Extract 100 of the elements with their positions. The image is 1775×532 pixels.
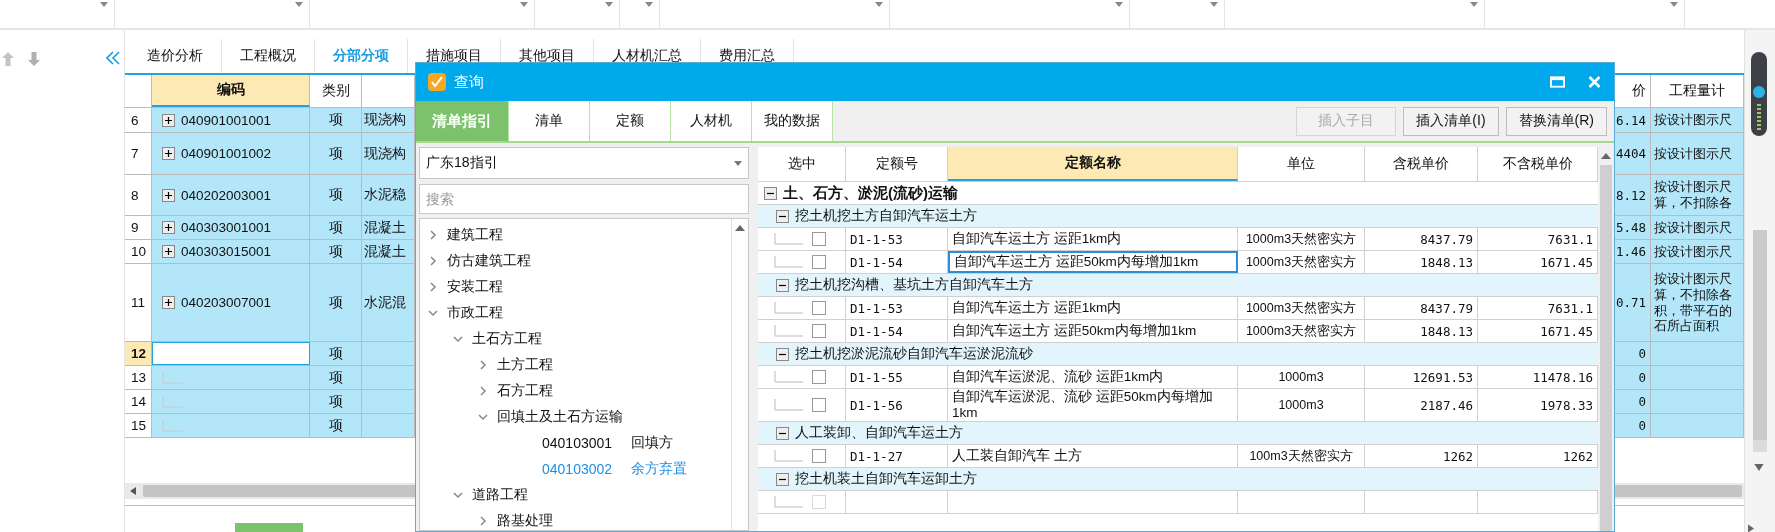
collapse-box-icon[interactable] — [776, 426, 789, 440]
column-header[interactable]: 选中 — [758, 147, 846, 181]
scroll-up-icon[interactable] — [735, 225, 745, 231]
price-without-tax: 1262 — [1562, 448, 1593, 464]
tree-item[interactable]: 回填方 — [631, 434, 674, 452]
scroll-right-icon[interactable] — [1748, 524, 1754, 532]
tab[interactable]: 人材机 — [671, 101, 752, 141]
scroll-down-icon[interactable] — [1754, 464, 1764, 471]
column-header[interactable]: 含税单价 — [1365, 147, 1478, 181]
scroll-up-icon[interactable] — [1601, 153, 1611, 159]
table-cell[interactable] — [152, 390, 310, 413]
checkbox[interactable] — [812, 370, 826, 384]
tree-item[interactable]: 土方工程 — [497, 356, 553, 374]
chevron-down-icon[interactable] — [478, 412, 488, 422]
tree-item[interactable]: 石方工程 — [497, 382, 553, 400]
caret-icon[interactable] — [100, 2, 108, 7]
caret-icon[interactable] — [1470, 2, 1478, 7]
arrow-down-icon[interactable] — [28, 52, 40, 66]
collapse-box-icon[interactable] — [776, 209, 789, 223]
chevron-down-icon[interactable] — [453, 334, 463, 344]
collapse-box-icon[interactable] — [764, 186, 777, 200]
tab[interactable]: 清单 — [509, 101, 590, 141]
vertical-scrollbar[interactable] — [731, 219, 748, 530]
expand-box-icon[interactable] — [162, 188, 175, 202]
expand-box-icon[interactable] — [162, 221, 175, 234]
chevron-right-icon[interactable] — [428, 282, 438, 292]
table-cell: 项 — [310, 264, 362, 341]
caret-icon[interactable] — [734, 160, 742, 166]
collapse-box-icon[interactable] — [776, 472, 789, 486]
table-cell[interactable]: 040901001002 — [152, 133, 310, 174]
tree-item[interactable]: 土石方工程 — [472, 330, 542, 348]
search-field[interactable]: 搜索 — [419, 184, 749, 214]
column-header[interactable]: 定额名称 — [948, 147, 1238, 181]
table-cell[interactable]: 040303001001 — [152, 216, 310, 239]
checkbox[interactable] — [812, 301, 826, 315]
table-cell[interactable] — [152, 414, 310, 437]
maximize-icon[interactable] — [1550, 75, 1565, 89]
checkbox[interactable] — [812, 324, 826, 338]
tree-item[interactable]: 道路工程 — [472, 486, 528, 504]
tree-item[interactable]: 市政工程 — [447, 304, 503, 322]
vertical-scrollbar[interactable] — [1598, 147, 1614, 531]
scroll-left-icon[interactable] — [130, 487, 136, 495]
table-cell: 8.12 — [1614, 175, 1651, 215]
item-code: 040202003001 — [181, 187, 272, 203]
chevron-down-icon[interactable] — [428, 308, 438, 318]
vertical-scrollbar[interactable] — [1753, 230, 1767, 452]
slider-thumb[interactable] — [1753, 86, 1765, 98]
collapse-icon[interactable] — [106, 51, 120, 65]
chevron-down-icon[interactable] — [453, 490, 463, 500]
chevron-right-icon[interactable] — [478, 516, 488, 526]
collapse-box-icon[interactable] — [776, 278, 789, 292]
chevron-right-icon[interactable] — [478, 386, 488, 396]
zoom-slider[interactable] — [1751, 52, 1767, 136]
checkbox[interactable] — [812, 232, 826, 246]
checkbox[interactable] — [812, 449, 826, 464]
table-cell[interactable] — [152, 366, 310, 389]
tab[interactable]: 我的数据 — [752, 101, 833, 141]
tree-item[interactable]: 余方弃置 — [631, 460, 688, 478]
tree-item[interactable]: 回填土及土石方运输 — [497, 408, 623, 426]
caret-icon[interactable] — [1670, 2, 1678, 7]
tree-item-code[interactable]: 040103002 — [542, 461, 613, 477]
tab[interactable]: 造价分析 — [129, 39, 222, 73]
caret-icon[interactable] — [520, 2, 528, 7]
checkbox[interactable] — [812, 255, 826, 269]
tree-item[interactable]: 路基处理 — [497, 512, 553, 530]
table-cell[interactable] — [152, 342, 310, 365]
expand-box-icon[interactable] — [162, 245, 175, 258]
tree-item[interactable]: 安装工程 — [447, 278, 503, 296]
table-cell[interactable]: 040303015001 — [152, 240, 310, 263]
column-header[interactable]: 编码 — [152, 75, 310, 107]
table-cell[interactable]: 040203007001 — [152, 264, 310, 341]
action-button[interactable]: 插入清单(I) — [1403, 106, 1499, 136]
tree-item[interactable]: 建筑工程 — [447, 226, 503, 244]
quota-name: 人工装自卸汽车 土方 — [952, 448, 1082, 465]
table-cell: 6.14 — [1614, 108, 1651, 132]
caret-icon[interactable] — [1210, 2, 1218, 7]
collapse-box-icon[interactable] — [776, 347, 789, 361]
tab[interactable]: 定额 — [590, 101, 671, 141]
column-header[interactable]: 类别 — [310, 75, 362, 107]
caret-icon[interactable] — [875, 2, 883, 7]
action-button[interactable]: 替换清单(R) — [1505, 106, 1607, 136]
close-icon[interactable] — [1587, 75, 1602, 89]
table-cell[interactable]: 040901001001 — [152, 108, 310, 132]
caret-icon[interactable] — [605, 2, 613, 7]
chevron-right-icon[interactable] — [478, 360, 488, 370]
chevron-right-icon[interactable] — [428, 256, 438, 266]
column-header[interactable]: 单位 — [1238, 147, 1365, 181]
checkbox[interactable] — [812, 398, 826, 413]
tree-item-code[interactable]: 040103001 — [542, 435, 613, 451]
caret-icon[interactable] — [295, 2, 303, 7]
tree-item[interactable]: 仿古建筑工程 — [447, 252, 531, 270]
caret-icon[interactable] — [1115, 2, 1123, 7]
tab[interactable]: 工程概况 — [222, 39, 315, 73]
chevron-right-icon[interactable] — [428, 230, 438, 240]
caret-icon[interactable] — [645, 2, 653, 7]
library-dropdown[interactable]: 广东18指引 — [419, 147, 749, 179]
expand-box-icon[interactable] — [162, 147, 175, 160]
table-cell[interactable]: 040202003001 — [152, 175, 310, 215]
expand-box-icon[interactable] — [162, 113, 175, 127]
expand-box-icon[interactable] — [162, 296, 175, 309]
